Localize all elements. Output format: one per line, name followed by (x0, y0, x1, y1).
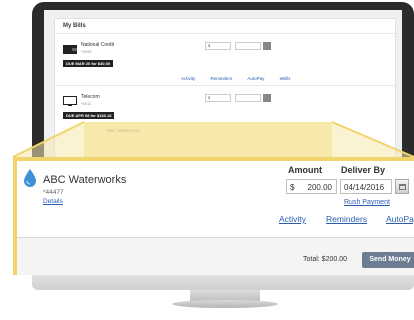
total-amount: Total: $200.00 (303, 256, 347, 263)
autopay-link[interactable]: AutoPay (247, 76, 264, 81)
autopay-link[interactable]: AutoPay (386, 214, 414, 224)
activity-link[interactable]: Activity (279, 214, 306, 224)
bill-links: Activity Reminders AutoPay eBills (181, 76, 304, 81)
bill-row[interactable]: National Credit *8098 DUE MAR 20 for $40… (55, 33, 395, 89)
amount-input[interactable]: $ (205, 42, 231, 50)
bill-name: National Credit (81, 42, 115, 48)
amount-input[interactable]: $ 200.00 (286, 179, 337, 194)
deliver-date-input[interactable]: 04/14/2016 (340, 179, 392, 194)
bill-account: *6611 (81, 101, 92, 106)
water-drop-icon (24, 169, 36, 187)
monitor-icon (63, 96, 77, 106)
ebills-link[interactable]: eBills (280, 76, 291, 81)
card-footer (17, 238, 414, 275)
calendar-button[interactable] (395, 179, 409, 194)
details-link[interactable]: Details (43, 198, 63, 205)
reminders-link[interactable]: Reminders (326, 214, 367, 224)
bill-name: Telecom (81, 94, 100, 100)
wallet-icon (63, 45, 77, 54)
calendar-icon (399, 184, 406, 190)
rush-payment-link[interactable]: Rush Payment (344, 199, 390, 206)
calendar-icon[interactable] (263, 94, 271, 102)
selected-bill-highlight: ABC Waterworks (84, 122, 332, 160)
currency-symbol: $ (290, 183, 295, 192)
deliver-by-label: Deliver By (341, 165, 386, 175)
amount-input[interactable]: $ (205, 94, 231, 102)
due-badge: DUE APR 08 for $136.18 (63, 112, 115, 119)
faded-bill-name: ABC Waterworks (106, 128, 141, 133)
date-input[interactable] (235, 42, 261, 50)
activity-link[interactable]: Activity (181, 76, 195, 81)
account-number: *44477 (43, 189, 64, 196)
amount-label: Amount (288, 165, 322, 175)
calendar-icon[interactable] (263, 42, 271, 50)
biller-name: ABC Waterworks (43, 174, 127, 186)
bill-account: *8098 (81, 49, 92, 54)
amount-value: 200.00 (307, 183, 332, 192)
monitor-stand-base (172, 300, 278, 308)
send-money-button[interactable]: Send Money (362, 252, 414, 268)
due-badge: DUE MAR 20 for $40.00 (63, 60, 114, 67)
reminders-link[interactable]: Reminders (211, 76, 233, 81)
panel-title: My Bills (63, 23, 86, 29)
date-input[interactable] (235, 94, 261, 102)
bill-payment-card: ABC Waterworks *44477 Details Amount $ 2… (13, 157, 414, 275)
